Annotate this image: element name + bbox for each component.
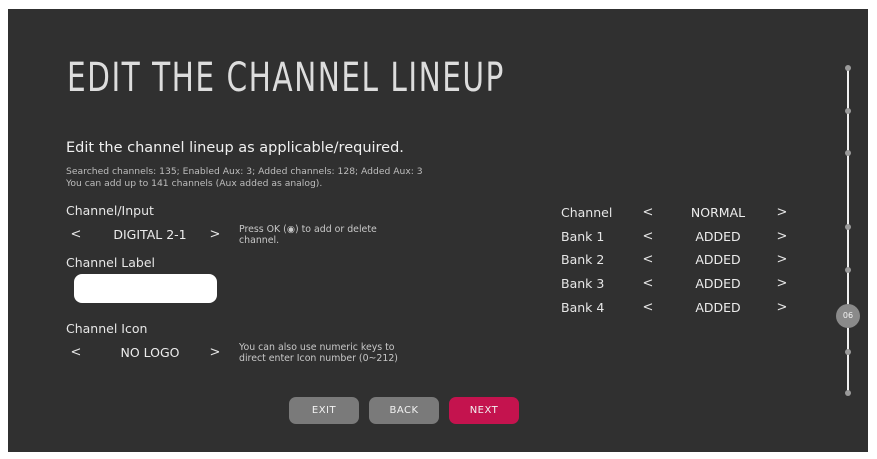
channel-icon-hint: You can also use numeric keys to direct …: [239, 342, 398, 364]
setting-bank3-value: ADDED: [695, 276, 741, 291]
setting-bank2-value: ADDED: [695, 252, 741, 267]
channel-icon-value: NO LOGO: [120, 345, 180, 360]
setting-bank4-prev-arrow[interactable]: <: [641, 300, 655, 315]
channel-input-prev-arrow[interactable]: <: [69, 227, 83, 242]
setting-bank3-prev-arrow[interactable]: <: [641, 276, 655, 291]
progress-step-dot: [845, 108, 851, 114]
setting-channel-next-arrow[interactable]: >: [775, 205, 789, 220]
setting-channel-prev-arrow[interactable]: <: [641, 205, 655, 220]
channel-limit-note: You can add up to 141 channels (Aux adde…: [66, 178, 323, 189]
channel-icon-next-arrow[interactable]: >: [208, 345, 222, 360]
setting-bank1-prev-arrow[interactable]: <: [641, 229, 655, 244]
channel-input-label: Channel/Input: [66, 203, 154, 218]
page-subtitle: Edit the channel lineup as applicable/re…: [66, 140, 404, 156]
back-button[interactable]: BACK: [369, 397, 439, 424]
progress-step-dot: [845, 224, 851, 230]
setting-bank1-label: Bank 1: [561, 229, 605, 244]
progress-step-dot: [845, 390, 851, 396]
progress-step-dot: [845, 65, 851, 71]
setup-progress-track: [847, 67, 849, 395]
channel-icon-label: Channel Icon: [66, 321, 148, 336]
setting-bank2-next-arrow[interactable]: >: [775, 252, 789, 267]
progress-step-dot: [845, 150, 851, 156]
setting-bank1-next-arrow[interactable]: >: [775, 229, 789, 244]
channel-label-input[interactable]: [74, 274, 217, 303]
setting-bank1-value: ADDED: [695, 229, 741, 244]
next-button[interactable]: NEXT: [449, 397, 519, 424]
setting-bank4-next-arrow[interactable]: >: [775, 300, 789, 315]
channel-input-value: DIGITAL 2-1: [113, 227, 187, 242]
current-step-badge: 06: [836, 304, 860, 328]
setting-bank2-label: Bank 2: [561, 252, 605, 267]
setting-bank4-value: ADDED: [695, 300, 741, 315]
channel-label-label: Channel Label: [66, 255, 156, 270]
channel-stats: Searched channels: 135; Enabled Aux: 3; …: [66, 166, 423, 177]
channel-input-hint: Press OK (◉) to add or delete channel.: [239, 224, 377, 246]
setting-bank4-label: Bank 4: [561, 300, 605, 315]
setup-screen: EDIT THE CHANNEL LINEUP Edit the channel…: [8, 9, 868, 452]
progress-step-dot: [845, 267, 851, 273]
progress-step-dot: [845, 349, 851, 355]
setting-bank3-next-arrow[interactable]: >: [775, 276, 789, 291]
channel-icon-prev-arrow[interactable]: <: [69, 345, 83, 360]
exit-button[interactable]: EXIT: [289, 397, 359, 424]
setting-bank2-prev-arrow[interactable]: <: [641, 252, 655, 267]
page-title: EDIT THE CHANNEL LINEUP: [67, 55, 505, 101]
setting-channel-label: Channel: [561, 205, 613, 220]
setting-channel-value: NORMAL: [690, 205, 746, 220]
channel-input-next-arrow[interactable]: >: [208, 227, 222, 242]
setting-bank3-label: Bank 3: [561, 276, 605, 291]
